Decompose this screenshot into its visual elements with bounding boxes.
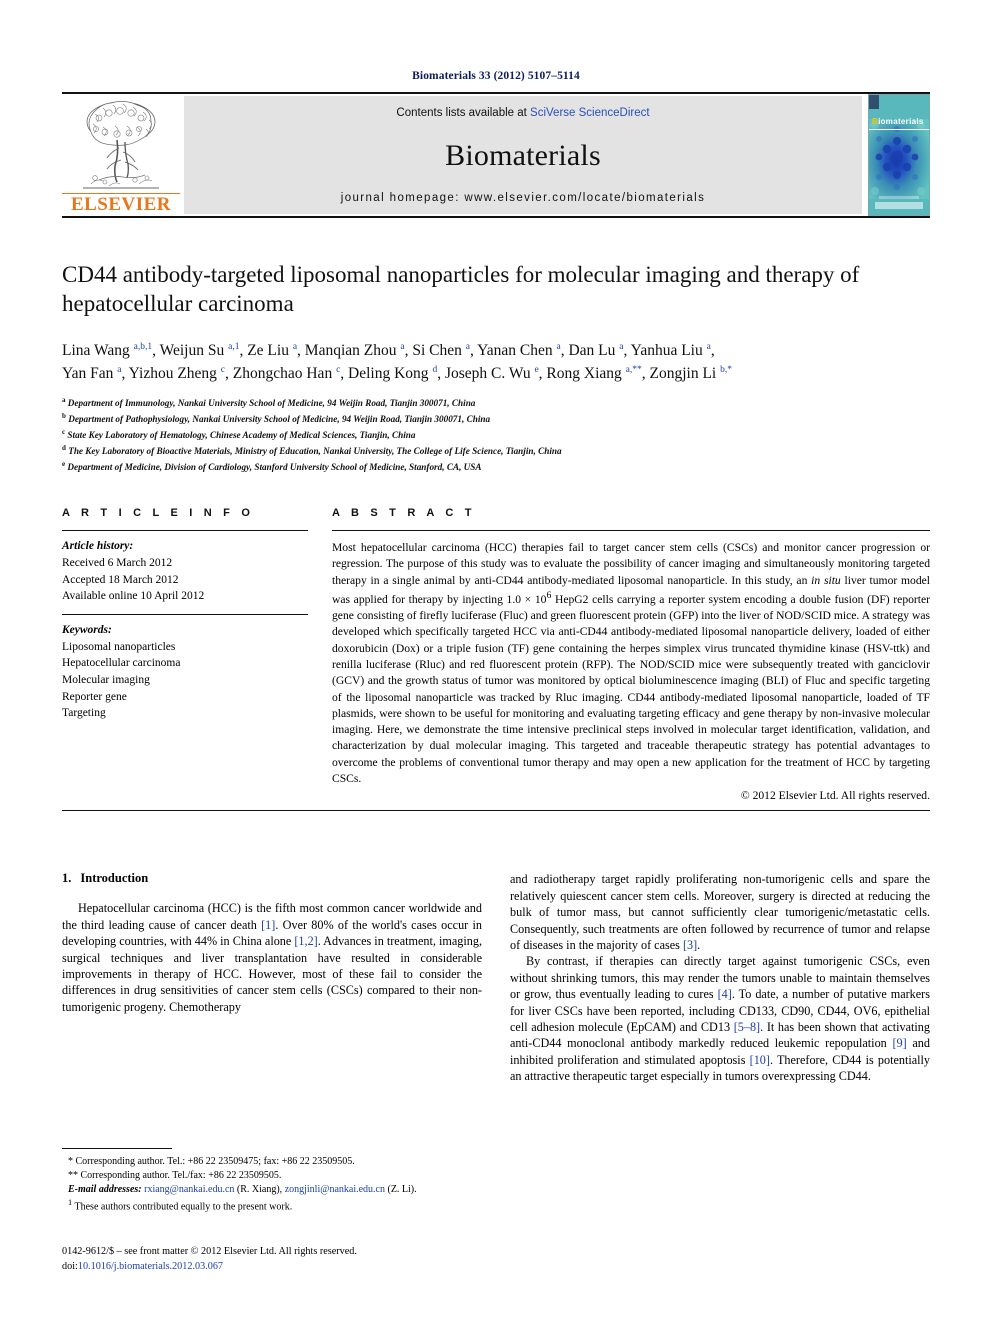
abstract-heading: A B S T R A C T (332, 507, 476, 520)
affiliation-text: The Key Laboratory of Bioactive Material… (68, 446, 562, 457)
author-line-2: Yan Fan a, Yizhou Zheng c, Zhongchao Han… (62, 365, 732, 383)
running-head: Biomaterials 33 (2012) 5107–5114 (412, 70, 580, 82)
email-addresses-label: E-mail addresses: (68, 1184, 142, 1196)
journal-title: Biomaterials (445, 138, 601, 172)
affiliation-item: e Department of Medicine, Division of Ca… (62, 460, 482, 473)
journal-masthead: ELSEVIER Contents lists available at Sci… (62, 94, 930, 216)
history-received: Received 6 March 2012 (62, 556, 173, 569)
abstract-part-3: HepG2 cells carrying a reporter system e… (332, 592, 930, 785)
article-history-label: Article history: (62, 540, 134, 553)
journal-cover-thumbnail: Biomaterials (868, 94, 930, 216)
abstract-copyright: © 2012 Elsevier Ltd. All rights reserved… (740, 789, 930, 803)
citation-ref[interactable]: [4] (718, 987, 732, 1001)
keyword-item: Targeting (62, 707, 106, 720)
cover-title-rest: iomaterials (878, 117, 924, 126)
affiliation-list: a Department of Immunology, Nankai Unive… (62, 395, 930, 475)
issn-line: 0142-9612/$ – see front matter © 2012 El… (62, 1246, 357, 1258)
footnote-separator-rule (62, 1147, 172, 1149)
body-columns: 1. Introduction Hepatocellular carcinoma … (62, 871, 930, 1084)
elsevier-tree-icon (83, 101, 159, 189)
affiliation-item: a Department of Immunology, Nankai Unive… (62, 395, 476, 409)
author-line-1: Lina Wang a,b,1, Weijun Su a,1, Ze Liu a… (62, 341, 715, 359)
footnote-emails: E-mail addresses: rxiang@nankai.edu.cn (… (62, 1183, 492, 1197)
affiliation-text: Department of Immunology, Nankai Univers… (67, 398, 476, 409)
section-title: Introduction (80, 871, 149, 886)
history-available-online: Available online 10 April 2012 (62, 590, 205, 603)
affiliation-text: Department of Pathophysiology, Nankai Un… (68, 414, 491, 425)
footer-issn-doi: 0142-9612/$ – see front matter © 2012 El… (62, 1245, 492, 1275)
keywords-label: Keywords: (62, 623, 112, 636)
keywords-block: Keywords: Liposomal nanoparticles Hepato… (62, 615, 308, 731)
email-attr-xiang: (R. Xiang), (236, 1184, 283, 1196)
journal-homepage-link[interactable]: journal homepage: www.elsevier.com/locat… (341, 192, 706, 204)
contents-available-line: Contents lists available at SciVerse Sci… (396, 107, 649, 119)
footnote-corresponding-2: ** Corresponding author. Tel./fax: +86 2… (68, 1170, 282, 1182)
citation-ref[interactable]: [1,2] (294, 934, 317, 948)
article-info-heading: A R T I C L E I N F O (62, 507, 255, 520)
info-abstract-section: A R T I C L E I N F O Article history: R… (62, 507, 930, 802)
affiliation-item: b Department of Pathophysiology, Nankai … (62, 412, 491, 425)
footnotes-block: * Corresponding author. Tel.: +86 22 235… (62, 1147, 492, 1215)
footnote-equal-contribution-text: These authors contributed equally to the… (74, 1201, 293, 1213)
page-title: CD44 antibody-targeted liposomal nanopar… (62, 262, 860, 317)
section-heading-introduction: 1. Introduction (62, 871, 482, 886)
author-list: Lina Wang a,b,1, Weijun Su a,1, Ze Liu a… (62, 339, 917, 386)
article-page: Biomaterials 33 (2012) 5107–5114 ELSEVIE… (0, 0, 992, 1323)
keyword-item: Liposomal nanoparticles (62, 640, 176, 653)
keyword-item: Hepatocellular carcinoma (62, 657, 181, 670)
elsevier-logo: ELSEVIER (62, 94, 180, 216)
doi-line: doi:10.1016/j.biomaterials.2012.03.067 (62, 1260, 492, 1275)
cover-corner-block (869, 95, 879, 109)
footnote-mark: 1 (68, 1198, 73, 1208)
intro-paragraph-left: Hepatocellular carcinoma (HCC) is the fi… (62, 901, 482, 1014)
email-link-li[interactable]: zongjinli@nankai.edu.cn (285, 1184, 385, 1195)
abstract-rule-bottom (62, 810, 930, 812)
masthead-bottom-rule (62, 216, 930, 218)
elsevier-wordmark: ELSEVIER (62, 193, 180, 214)
citation-ref[interactable]: [5–8] (734, 1020, 760, 1034)
intro-paragraph-right-1: and radiotherapy target rapidly prolifer… (510, 872, 930, 952)
citation-ref[interactable]: [3] (683, 938, 697, 952)
keyword-item: Molecular imaging (62, 673, 150, 686)
doi-link[interactable]: 10.1016/j.biomaterials.2012.03.067 (78, 1261, 223, 1272)
abstract-text: Most hepatocellular carcinoma (HCC) ther… (332, 531, 930, 787)
abstract-column: A B S T R A C T Most hepatocellular carc… (332, 507, 930, 802)
affiliation-text: Department of Medicine, Division of Card… (67, 462, 482, 473)
affiliation-item: c State Key Laboratory of Hematology, Ch… (62, 428, 416, 441)
email-link-xiang[interactable]: rxiang@nankai.edu.cn (144, 1184, 234, 1195)
cover-footer-bar (875, 202, 923, 209)
citation-ref[interactable]: [9] (892, 1036, 906, 1050)
citation-ref[interactable]: [10] (750, 1053, 770, 1067)
footnote-equal-contribution: 1 These authors contributed equally to t… (62, 1197, 492, 1215)
affiliation-text: State Key Laboratory of Hematology, Chin… (67, 430, 416, 441)
body-column-left: 1. Introduction Hepatocellular carcinoma … (62, 871, 482, 1084)
affiliation-item: d The Key Laboratory of Bioactive Materi… (62, 444, 562, 457)
journal-banner: Contents lists available at SciVerse Sci… (184, 96, 862, 214)
history-accepted: Accepted 18 March 2012 (62, 573, 179, 586)
body-column-right: and radiotherapy target rapidly prolifer… (510, 871, 930, 1084)
footnote-corresponding-1: * Corresponding author. Tel.: +86 22 235… (68, 1155, 355, 1167)
cover-title-label: Biomaterials (869, 117, 929, 126)
contents-prefix: Contents lists available at (396, 107, 531, 119)
sciencedirect-link[interactable]: SciVerse ScienceDirect (530, 107, 650, 119)
citation-ref[interactable]: [1] (261, 918, 275, 932)
doi-prefix: doi: (62, 1261, 78, 1273)
keyword-item: Reporter gene (62, 690, 127, 703)
intro-paragraph-right-2: By contrast, if therapies can directly t… (510, 954, 931, 1084)
email-attr-li: (Z. Li). (387, 1184, 417, 1196)
article-history-block: Article history: Received 6 March 2012 A… (62, 531, 308, 614)
cover-caption-bar (879, 196, 919, 199)
article-info-column: A R T I C L E I N F O Article history: R… (62, 507, 332, 802)
abstract-italic-in-situ: in situ (811, 573, 841, 587)
section-number: 1. (62, 871, 72, 886)
cover-divider-line (869, 129, 929, 130)
